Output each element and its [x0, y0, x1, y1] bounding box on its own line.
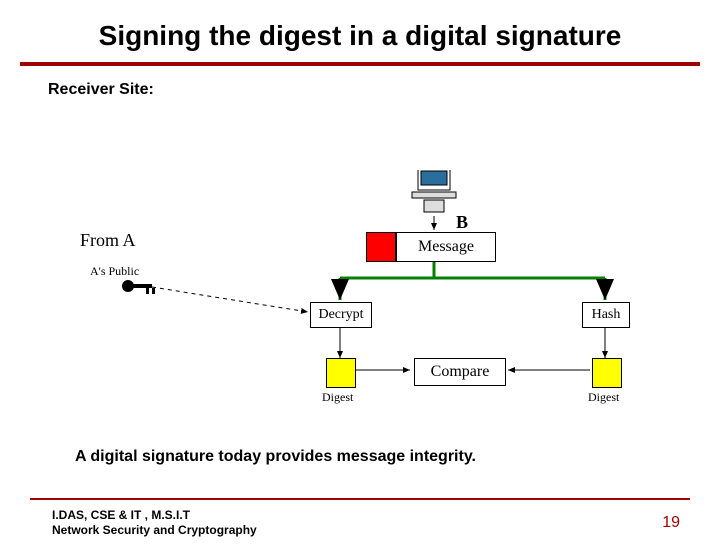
digest-left-box: [326, 358, 356, 388]
caption: A digital signature today provides messa…: [75, 448, 476, 466]
message-box: Message: [396, 232, 496, 262]
compare-box: Compare: [414, 358, 506, 386]
receiver-label: B: [456, 212, 468, 233]
footer-left: I.DAS, CSE & IT , M.S.I.T Network Securi…: [52, 508, 257, 538]
diagram: From A A's Public B Message Decrypt Hash…: [40, 170, 680, 410]
digest-right-box: [592, 358, 622, 388]
from-label: From A: [80, 230, 136, 251]
subtitle: Receiver Site:: [48, 81, 720, 99]
digest-left-label: Digest: [322, 390, 353, 405]
digest-right-label: Digest: [588, 390, 619, 405]
page-title: Signing the digest in a digital signatur…: [0, 20, 720, 52]
page-number: 19: [662, 514, 680, 532]
decrypt-box: Decrypt: [310, 302, 372, 328]
diagram-arrows: [40, 170, 680, 410]
public-key-label: A's Public: [90, 264, 139, 279]
title-rule: [20, 62, 700, 66]
footer-course: Network Security and Cryptography: [52, 523, 257, 537]
red-block-left: [366, 232, 396, 262]
footer-rule: [30, 498, 690, 500]
hash-box: Hash: [582, 302, 630, 328]
footer-author: I.DAS, CSE & IT , M.S.I.T: [52, 508, 190, 522]
